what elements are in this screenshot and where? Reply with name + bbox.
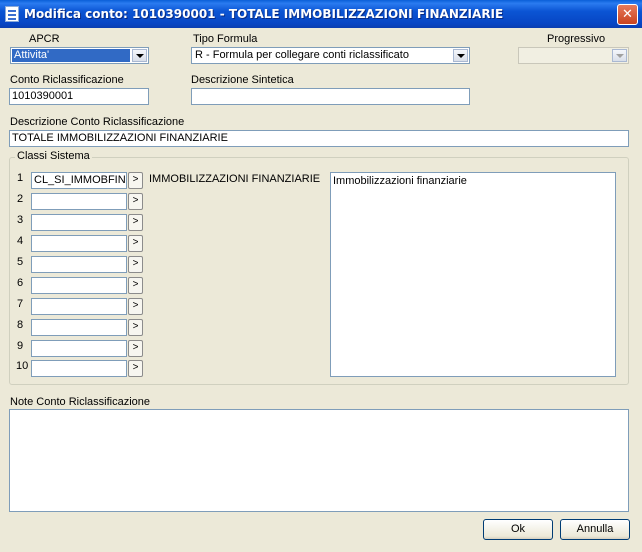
classe-input-3[interactable] (31, 214, 127, 231)
apcr-dropdown-arrow-icon[interactable] (132, 49, 147, 62)
conto-input[interactable]: 1010390001 (9, 88, 149, 105)
classe-row-number: 8 (17, 319, 24, 331)
classe-input-10[interactable] (31, 360, 127, 377)
note-textarea[interactable] (9, 409, 629, 512)
classe-row-number: 6 (17, 277, 24, 289)
tipo-formula-dropdown-arrow-icon[interactable] (453, 49, 468, 62)
classe-lookup-button-5[interactable]: > (128, 256, 143, 273)
classe-lookup-button-4[interactable]: > (128, 235, 143, 252)
classe-input-9[interactable] (31, 340, 127, 357)
classe-input-7[interactable] (31, 298, 127, 315)
classe-row-number: 2 (17, 193, 24, 205)
progressivo-select[interactable] (518, 47, 629, 64)
classe-lookup-button-10[interactable]: > (128, 360, 143, 377)
classe-row-number: 9 (17, 340, 24, 352)
conto-label: Conto Riclassificazione (10, 74, 124, 86)
classe-description-1: IMMOBILIZZAZIONI FINANZIARIE (149, 173, 321, 185)
ok-button[interactable]: Ok (483, 519, 553, 540)
classe-lookup-button-9[interactable]: > (128, 340, 143, 357)
apcr-value: Attivita' (12, 49, 130, 62)
classe-lookup-button-2[interactable]: > (128, 193, 143, 210)
classe-lookup-button-6[interactable]: > (128, 277, 143, 294)
classe-row-number: 5 (17, 256, 24, 268)
descr-conto-input[interactable]: TOTALE IMMOBILIZZAZIONI FINANZIARIE (9, 130, 629, 147)
classe-row-number: 3 (17, 214, 24, 226)
classe-lookup-button-1[interactable]: > (128, 172, 143, 189)
classe-input-1[interactable]: CL_SI_IMMOBFIN (31, 172, 127, 189)
progressivo-dropdown-arrow-icon[interactable] (612, 49, 627, 62)
descr-sintetica-input[interactable] (191, 88, 470, 105)
tipo-formula-select[interactable]: R - Formula per collegare conti riclassi… (191, 47, 470, 64)
progressivo-value (520, 49, 610, 62)
classi-sistema-label: Classi Sistema (15, 150, 92, 162)
close-icon: ✕ (622, 7, 633, 22)
descr-conto-label: Descrizione Conto Riclassificazione (10, 116, 185, 128)
classe-input-8[interactable] (31, 319, 127, 336)
classe-input-6[interactable] (31, 277, 127, 294)
close-button[interactable]: ✕ (617, 4, 638, 25)
apcr-select[interactable]: Attivita' (10, 47, 149, 64)
classe-lookup-button-8[interactable]: > (128, 319, 143, 336)
window-icon (5, 6, 19, 22)
tipo-formula-label: Tipo Formula (193, 33, 258, 45)
window-title: Modifica conto: 1010390001 - TOTALE IMMO… (24, 7, 504, 21)
classe-row-number: 7 (17, 298, 24, 310)
classe-row-number: 10 (16, 360, 29, 372)
apcr-label: APCR (29, 33, 60, 45)
classe-lookup-button-7[interactable]: > (128, 298, 143, 315)
classe-input-2[interactable] (31, 193, 127, 210)
classe-input-5[interactable] (31, 256, 127, 273)
classe-lookup-button-3[interactable]: > (128, 214, 143, 231)
classe-row-number: 4 (17, 235, 24, 247)
classe-row-number: 1 (17, 172, 24, 184)
classi-listbox[interactable]: Immobilizzazioni finanziarie (330, 172, 616, 377)
annulla-button[interactable]: Annulla (560, 519, 630, 540)
descr-sintetica-label: Descrizione Sintetica (191, 74, 294, 86)
tipo-formula-value: R - Formula per collegare conti riclassi… (195, 49, 409, 61)
progressivo-label: Progressivo (547, 33, 606, 45)
list-item[interactable]: Immobilizzazioni finanziarie (333, 175, 613, 187)
classe-input-4[interactable] (31, 235, 127, 252)
title-bar[interactable]: Modifica conto: 1010390001 - TOTALE IMMO… (0, 0, 642, 28)
note-label: Note Conto Riclassificazione (10, 396, 151, 408)
dialog-window: Modifica conto: 1010390001 - TOTALE IMMO… (0, 0, 642, 552)
